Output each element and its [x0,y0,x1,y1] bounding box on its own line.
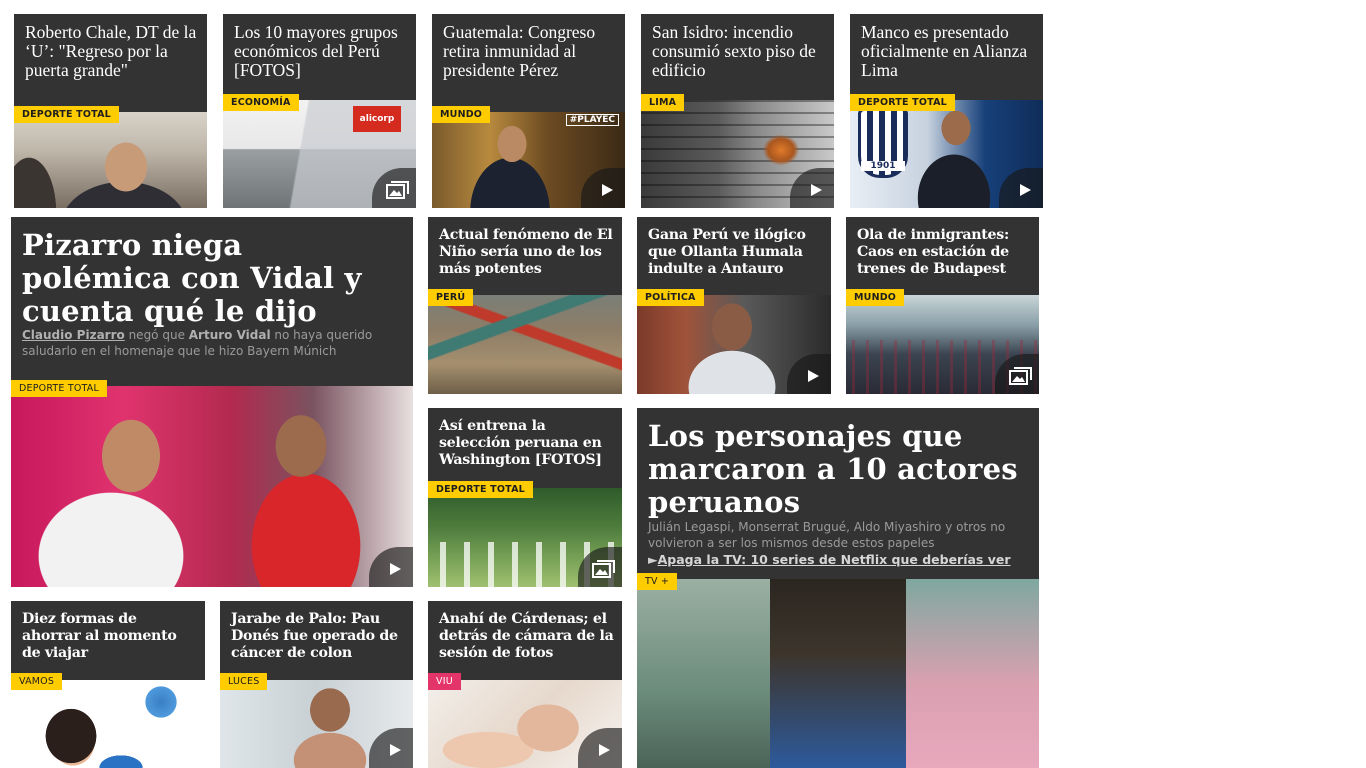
card-title[interactable]: Manco es presentado oficialmente en Alia… [861,23,1035,80]
card-title[interactable]: Ola de inmigrantes: Caos en estación de … [857,227,1031,278]
featured-card-pizarro[interactable]: DEPORTE TOTAL Pizarro niega polémica con… [11,217,413,587]
news-card-elnino[interactable]: PERÚ Actual fenómeno de El Niño sería un… [428,217,622,394]
news-card-sanisidro[interactable]: LIMA San Isidro: incendio consumió sexto… [641,14,834,208]
section-tag[interactable]: MUNDO [846,289,905,306]
news-card-ahorrar[interactable]: VAMOS Diez formas de ahorrar al momento … [11,601,205,768]
summary-link-pizarro[interactable]: Claudio Pizarro [22,328,125,342]
news-card-guatemala[interactable]: #PLAYEC MUNDO Guatemala: Congreso retira… [432,14,625,208]
section-tag[interactable]: DEPORTE TOTAL [14,106,119,123]
news-card-ganaperu[interactable]: POLÍTICA Gana Perú ve ilógico que Ollant… [637,217,831,394]
section-tag[interactable]: PERÚ [428,289,474,306]
section-tag[interactable]: VIU [428,673,461,690]
summary-name-vidal: Arturo Vidal [188,328,271,342]
related-link[interactable]: ►Apaga la TV: 10 series de Netflix que d… [648,552,1027,567]
section-tag[interactable]: DEPORTE TOTAL [850,94,955,111]
building-sign: alicorp [353,106,401,132]
section-tag[interactable]: ECONOMÍA [223,94,299,111]
card-title[interactable]: Anahí de Cárdenas; el detrás de cámara d… [439,611,614,662]
card-image [11,680,205,768]
section-tag[interactable]: DEPORTE TOTAL [428,481,533,498]
card-title[interactable]: Roberto Chale, DT de la ‘U’: "Regreso po… [25,23,199,80]
card-title[interactable]: Diez formas de ahorrar al momento de via… [22,611,197,662]
featured-summary: Claudio Pizarro negó que Arturo Vidal no… [22,328,373,358]
news-card-paudones[interactable]: LUCES Jarabe de Palo: Pau Donés fue oper… [220,601,413,768]
section-tag[interactable]: DEPORTE TOTAL [11,380,107,397]
section-tag[interactable]: LUCES [220,673,268,690]
card-title[interactable]: Guatemala: Congreso retira inmunidad al … [443,23,617,80]
watermark-label: #PLAYEC [565,114,619,126]
card-title[interactable]: Jarabe de Palo: Pau Donés fue operado de… [231,611,405,662]
section-tag[interactable]: POLÍTICA [637,289,704,306]
card-title[interactable]: Así entrena la selección peruana en Wash… [439,418,614,469]
arrow-icon: ► [648,552,658,567]
card-title[interactable]: San Isidro: incendio consumió sexto piso… [652,23,826,80]
card-image [428,295,622,394]
card-title[interactable]: Actual fenómeno de El Niño sería uno de … [439,227,614,278]
card-title[interactable]: Gana Perú ve ilógico que Ollanta Humala … [648,227,823,278]
news-card-anahi[interactable]: VIU Anahí de Cárdenas; el detrás de cáma… [428,601,622,768]
card-image [14,112,207,208]
news-card-budapest[interactable]: MUNDO Ola de inmigrantes: Caos en estaci… [846,217,1039,394]
card-title[interactable]: Los 10 mayores grupos económicos del Per… [234,23,408,80]
news-card-seleccion[interactable]: DEPORTE TOTAL Así entrena la selección p… [428,408,622,587]
featured-title[interactable]: Los personajes que marcaron a 10 actores… [648,420,1025,519]
featured-summary: Julián Legaspi, Monserrat Brugué, Aldo M… [648,520,1006,550]
news-card-manco[interactable]: 1901 DEPORTE TOTAL Manco es presentado o… [850,14,1043,208]
featured-title[interactable]: Pizarro niega polémica con Vidal y cuent… [22,229,399,328]
news-card-chale[interactable]: DEPORTE TOTAL Roberto Chale, DT de la ‘U… [14,14,207,208]
club-crest: 1901 [858,108,908,178]
featured-image [637,579,1039,768]
section-tag[interactable]: VAMOS [11,673,63,690]
featured-card-personajes[interactable]: TV + Los personajes que marcaron a 10 ac… [637,408,1039,768]
section-tag[interactable]: LIMA [641,94,685,111]
news-card-grupos[interactable]: alicorp ECONOMÍA Los 10 mayores grupos e… [223,14,416,208]
section-tag[interactable]: TV + [637,573,678,590]
featured-image [11,386,413,587]
section-tag[interactable]: MUNDO [432,106,491,123]
